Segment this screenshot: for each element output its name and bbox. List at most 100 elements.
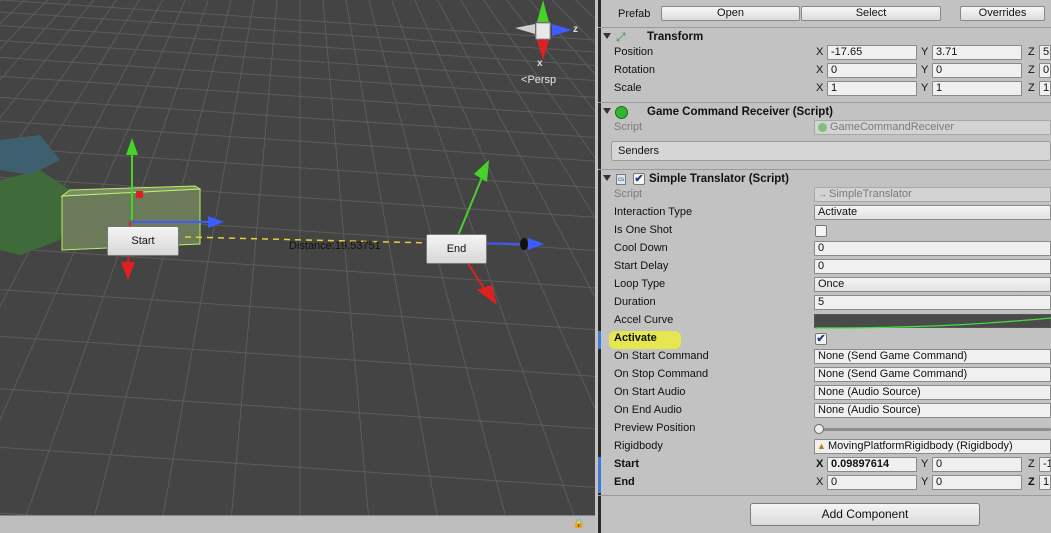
fold-arrow-icon[interactable] [603, 175, 611, 181]
start-button[interactable]: Start [107, 226, 179, 256]
receiver-title: Game Command Receiver (Script) [647, 106, 833, 118]
prefab-label: Prefab [618, 8, 651, 20]
lock-icon[interactable]: 🔒 [573, 518, 585, 529]
preview-position-label: Preview Position [614, 422, 696, 434]
interaction-type-label: Interaction Type [614, 206, 693, 218]
script-component-icon [615, 106, 628, 119]
on-start-command-field[interactable]: None (Send Game Command) [814, 349, 1051, 364]
orientation-gizmo [515, 0, 572, 60]
scale-x-field[interactable]: 1 [827, 81, 917, 96]
prefab-open-button[interactable]: Open [661, 6, 800, 21]
on-start-command-label: On Start Command [614, 350, 709, 362]
senders-label: Senders [618, 145, 659, 157]
duration-row: Duration 5 [598, 294, 1051, 312]
axis-y-label: Y [921, 46, 929, 58]
is-one-shot-label: Is One Shot [614, 224, 673, 236]
on-start-audio-row: On Start Audio None (Audio Source) [598, 384, 1051, 402]
scale-z-field[interactable]: 1 [1039, 81, 1051, 96]
scale-row: Scale X 1 Y 1 Z 1 [598, 80, 1051, 98]
start-delay-field[interactable]: 0 [814, 259, 1051, 274]
rigidbody-field[interactable]: ▲ MovingPlatformRigidbody (Rigidbody) [814, 439, 1051, 454]
rotation-row: Rotation X 0 Y 0 Z 0 [598, 62, 1051, 80]
end-label: End [614, 476, 635, 488]
preview-position-slider-knob[interactable] [814, 424, 824, 434]
distance-label: Distance:19.53751 [289, 240, 381, 252]
rotation-label: Rotation [614, 64, 655, 76]
interaction-type-dropdown[interactable]: Activate [814, 205, 1051, 220]
scale-label: Scale [614, 82, 642, 94]
start-vector-row: Start X 0.09897614 Y 0 Z -1 [598, 456, 1051, 474]
position-y-field[interactable]: 3.71 [932, 45, 1022, 60]
scale-y-field[interactable]: 1 [932, 81, 1022, 96]
rotation-z-field[interactable]: 0 [1039, 63, 1051, 78]
prefab-row: Prefab Open Select Overrides [598, 6, 1051, 24]
script-file-icon: cs [616, 174, 626, 185]
persp-label-text: Persp [527, 74, 557, 86]
axis-y-label: Y [921, 82, 929, 94]
accel-curve-field[interactable] [814, 314, 1051, 329]
translator-enabled-checkbox[interactable]: ✔ [633, 173, 645, 185]
scene-grid [0, 0, 595, 533]
axis-y-label: Y [921, 476, 929, 488]
divider [598, 495, 1051, 496]
gizmo-x-label: x [537, 58, 543, 69]
rigidbody-row: Rigidbody ▲ MovingPlatformRigidbody (Rig… [598, 438, 1051, 456]
preview-position-slider-track[interactable] [817, 428, 1051, 431]
on-start-audio-field[interactable]: None (Audio Source) [814, 385, 1051, 400]
activate-checkbox[interactable]: ✔ [815, 333, 827, 345]
translator-script-field[interactable]: → SimpleTranslator [814, 187, 1051, 202]
is-one-shot-checkbox[interactable] [815, 225, 827, 237]
translator-script-value: SimpleTranslator [829, 188, 912, 200]
axis-z-label: Z [1028, 458, 1035, 470]
rigidbody-icon: ▲ [817, 441, 826, 451]
on-end-audio-label: On End Audio [614, 404, 682, 416]
end-y-field[interactable]: 0 [932, 475, 1022, 490]
axis-z-label: Z [1028, 46, 1035, 58]
cool-down-label: Cool Down [614, 242, 668, 254]
scene-view[interactable]: z x <Persp Start Distance:19.53751 End 🔒 [0, 0, 595, 533]
start-x-field[interactable]: 0.09897614 [827, 457, 917, 472]
translator-script-label: Script [614, 188, 643, 200]
prefab-overrides-button[interactable]: Overrides [960, 6, 1045, 21]
cool-down-row: Cool Down 0 [598, 240, 1051, 258]
scene-statusbar: 🔒 [0, 515, 595, 533]
axis-x-label: X [816, 82, 824, 94]
fold-arrow-icon[interactable] [603, 33, 611, 39]
end-z-field[interactable]: 1 [1039, 475, 1051, 490]
position-x-field[interactable]: -17.65 [827, 45, 917, 60]
accel-curve-label: Accel Curve [614, 314, 674, 326]
on-stop-command-row: On Stop Command None (Send Game Command) [598, 366, 1051, 384]
end-button[interactable]: End [426, 234, 487, 264]
loop-type-label: Loop Type [614, 278, 666, 290]
cool-down-field[interactable]: 0 [814, 241, 1051, 256]
senders-list-header[interactable]: Senders [611, 141, 1051, 161]
add-component-button[interactable]: Add Component [750, 503, 980, 526]
end-vector-row: End X 0 Y 0 Z 1 [598, 474, 1051, 492]
on-stop-command-field[interactable]: None (Send Game Command) [814, 367, 1051, 382]
perspective-toggle[interactable]: <Persp [521, 74, 556, 86]
rotation-x-field[interactable]: 0 [827, 63, 917, 78]
position-label: Position [614, 46, 654, 58]
activate-row: Activate ✔ [598, 330, 1051, 348]
start-delay-label: Start Delay [614, 260, 669, 272]
duration-field[interactable]: 5 [814, 295, 1051, 310]
interaction-type-row: Interaction Type Activate [598, 204, 1051, 222]
on-stop-command-label: On Stop Command [614, 368, 709, 380]
prefab-select-button[interactable]: Select [801, 6, 941, 21]
on-start-command-row: On Start Command None (Send Game Command… [598, 348, 1051, 366]
start-z-field[interactable]: -1 [1039, 457, 1051, 472]
rigidbody-value: MovingPlatformRigidbody (Rigidbody) [828, 440, 1013, 452]
receiver-script-field[interactable]: GameCommandReceiver [814, 120, 1051, 135]
rotation-y-field[interactable]: 0 [932, 63, 1022, 78]
senders-list[interactable]: Senders [598, 140, 1051, 162]
axis-z-label: Z [1028, 64, 1035, 76]
end-x-field[interactable]: 0 [827, 475, 917, 490]
fold-arrow-icon[interactable] [603, 108, 611, 114]
start-y-field[interactable]: 0 [932, 457, 1022, 472]
position-z-field[interactable]: 55 [1039, 45, 1051, 60]
transform-icon: ⤢ [616, 30, 626, 44]
on-end-audio-field[interactable]: None (Audio Source) [814, 403, 1051, 418]
receiver-script-value: GameCommandReceiver [830, 121, 955, 133]
receiver-script-row: Script GameCommandReceiver [598, 119, 1051, 137]
loop-type-dropdown[interactable]: Once [814, 277, 1051, 292]
